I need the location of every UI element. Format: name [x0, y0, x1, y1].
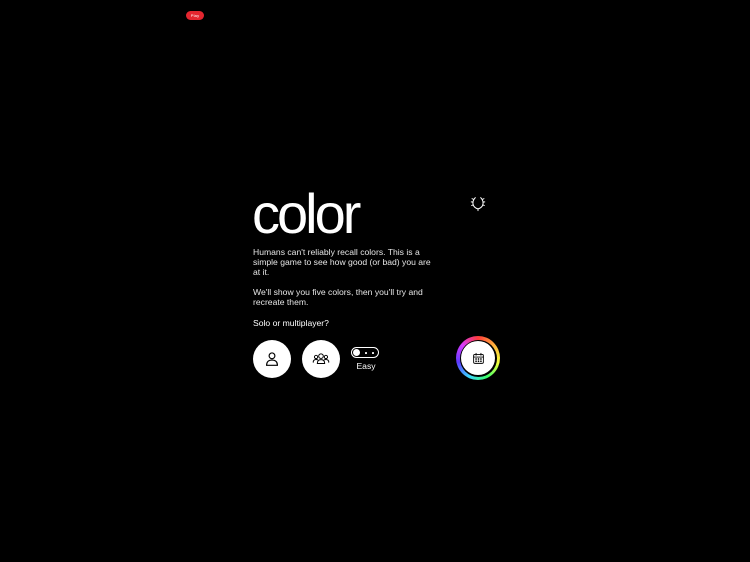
play-badge[interactable]: Play: [186, 11, 204, 20]
calendar-icon: [472, 352, 484, 364]
laurel-icon[interactable]: [469, 194, 487, 212]
daily-challenge-button[interactable]: [456, 336, 500, 380]
person-icon: [266, 352, 278, 366]
group-icon: [312, 353, 330, 364]
difficulty-label: Easy: [356, 361, 376, 371]
daily-button-core: [461, 341, 495, 375]
toggle-knob: [353, 349, 360, 356]
solo-button[interactable]: [253, 340, 291, 378]
game-description: Humans can't reliably recall colors. Thi…: [253, 247, 431, 277]
toggle-dot: [365, 352, 367, 354]
daily-button-ring: [459, 339, 497, 377]
multiplayer-button[interactable]: [302, 340, 340, 378]
game-title: color: [252, 182, 361, 245]
mode-question: Solo or multiplayer?: [253, 318, 329, 328]
game-instructions: We'll show you five colors, then you'll …: [253, 287, 423, 307]
page: Play color Humans can't reliably recall …: [0, 0, 750, 562]
toggle-dot: [372, 352, 374, 354]
difficulty-toggle[interactable]: [351, 347, 379, 358]
